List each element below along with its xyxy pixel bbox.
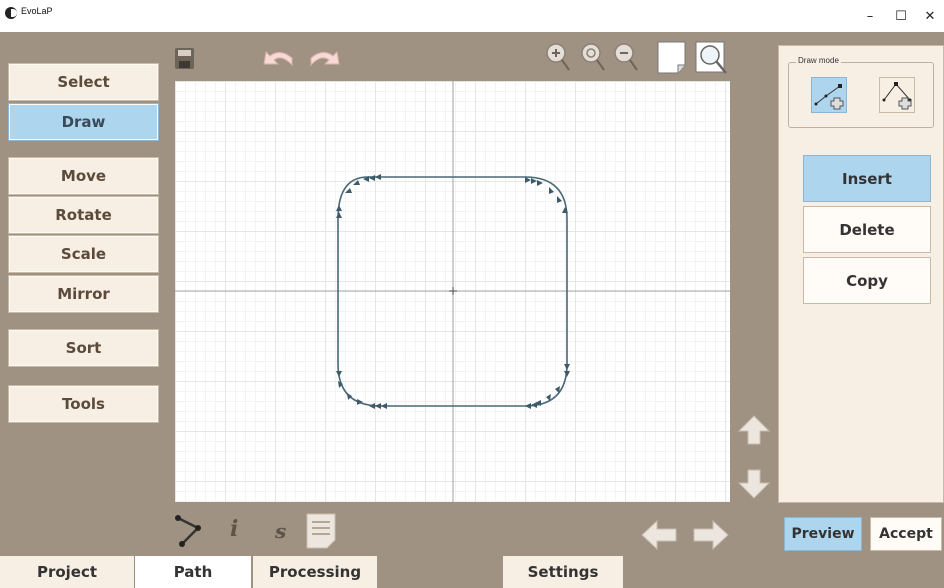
path-nodes-icon[interactable] [172,512,208,548]
copy-button[interactable]: Copy [803,257,931,304]
undo-icon[interactable] [262,46,298,70]
arrow-right-icon[interactable] [692,519,730,551]
redo-icon[interactable] [305,46,341,70]
path-drawing [175,81,730,502]
window-title: EvoLaP [21,6,53,16]
arrow-down-icon[interactable] [737,468,771,500]
tab-settings[interactable]: Settings [503,556,623,588]
delete-button[interactable]: Delete [803,206,931,253]
tools-button[interactable]: Tools [8,385,159,423]
sort-button[interactable]: Sort [8,329,159,367]
preview-button[interactable]: Preview [784,517,862,551]
mirror-button[interactable]: Mirror [8,275,159,313]
insert-button[interactable]: Insert [803,155,931,202]
save-icon[interactable] [174,47,196,71]
draw-mode-group: Draw mode [788,56,934,128]
draw-mode-append-button[interactable] [811,77,847,113]
tab-processing[interactable]: Processing [253,556,377,588]
close-button[interactable]: ✕ [912,0,944,32]
zoom-reset-icon[interactable] [580,42,606,72]
zoom-fit-icon[interactable] [694,40,728,76]
zoom-in-icon[interactable] [545,42,571,72]
page-icon[interactable] [656,40,688,76]
right-panel: Draw mode Insert Delete Copy [778,45,944,503]
draw-mode-label: Draw mode [796,56,841,65]
insert-node-icon [882,82,912,110]
draw-mode-insert-button[interactable] [879,77,915,113]
accept-button[interactable]: Accept [870,517,942,551]
append-node-icon [814,84,844,110]
tab-bar: Project Path Processing Settings [0,554,944,588]
arrow-left-icon[interactable] [640,519,678,551]
select-button[interactable]: Select [8,63,159,101]
zoom-out-icon[interactable] [613,42,639,72]
s-button[interactable]: s [275,519,286,543]
tab-project[interactable]: Project [0,556,134,588]
rotate-button[interactable]: Rotate [8,196,159,234]
tab-path[interactable]: Path [135,556,251,588]
arrow-up-icon[interactable] [737,414,771,446]
notes-icon[interactable] [305,512,337,550]
workspace: Select Draw Move Rotate Scale Mirror Sor… [0,32,944,554]
move-button[interactable]: Move [8,157,159,195]
info-button[interactable]: i [230,516,238,542]
scale-button[interactable]: Scale [8,235,159,273]
draw-button[interactable]: Draw [8,103,159,141]
app-logo-icon [5,7,17,19]
drawing-canvas[interactable] [175,81,730,502]
title-bar: EvoLaP – ☐ ✕ [0,0,944,32]
